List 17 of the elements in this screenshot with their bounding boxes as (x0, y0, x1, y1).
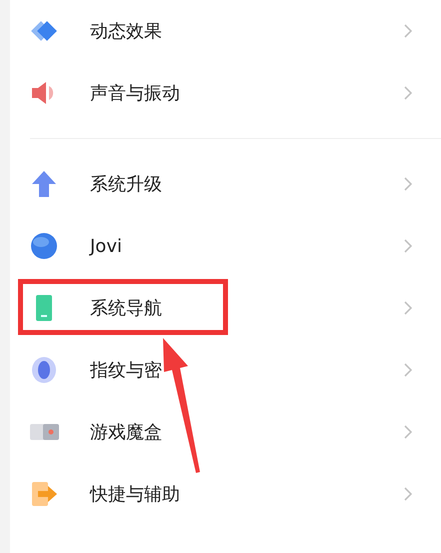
chevron-icon (403, 85, 413, 101)
chevron-icon (403, 238, 413, 254)
chevron-icon (403, 23, 413, 39)
menu-item-label[interactable]: 游戏魔盒 (90, 420, 403, 444)
circle-icon (28, 230, 60, 262)
chevron-icon (403, 486, 413, 502)
menu-item-label[interactable]: 快捷与辅助 (90, 482, 403, 506)
chevron-icon (403, 300, 413, 316)
menu-item-label[interactable]: 系统升级 (90, 172, 403, 196)
chevron-icon (403, 424, 413, 440)
menu-item-label[interactable]: 声音与振动 (90, 81, 403, 105)
menu-item-label[interactable]: 系统导航 (90, 296, 403, 320)
menu-item-label[interactable]: 动态效果 (90, 19, 403, 43)
menu-item-label[interactable]: Jovi (90, 236, 403, 256)
chevron-icon (403, 176, 413, 192)
menu-item-label[interactable]: 指纹与密 (90, 358, 403, 382)
chevron-icon (403, 362, 413, 378)
